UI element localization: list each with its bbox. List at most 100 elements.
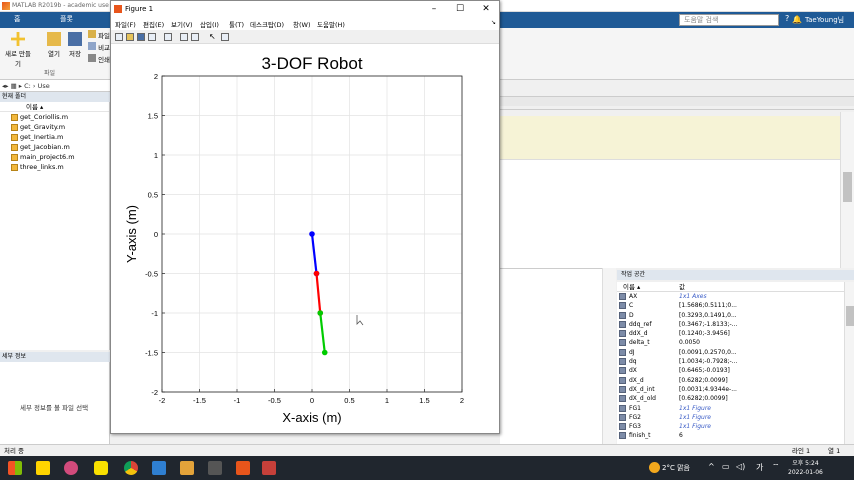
menu-tools[interactable]: 툴(T) (229, 19, 244, 29)
editor-current-cell[interactable] (500, 116, 840, 160)
kakaotalk-icon[interactable] (36, 461, 50, 475)
tab-plots[interactable]: 플롯 (60, 14, 73, 24)
editor-scrollbar[interactable] (840, 112, 854, 268)
file-item[interactable]: three_links.m (0, 162, 109, 172)
messenger-icon[interactable] (94, 461, 108, 475)
editor-text-area[interactable] (500, 160, 840, 268)
workspace-row[interactable]: delta_t 0.0050 (617, 338, 844, 347)
matlab-logo-icon (2, 2, 10, 10)
print-button[interactable]: 인쇄 (88, 54, 110, 64)
workspace-row[interactable]: ddX_d [0.1240;-3.9456] (617, 329, 844, 338)
file-item[interactable]: get_Inertia.m (0, 132, 109, 142)
menu-help[interactable]: 도움말(H) (317, 19, 345, 29)
volume-icon[interactable]: ◁) (736, 462, 745, 471)
nav-arrows-icon[interactable]: ◂▸ ▦ ▸ (2, 82, 24, 90)
minimize-button[interactable]: – (421, 1, 447, 17)
status-bar: 처리 중 라인 1 열 1 (0, 444, 854, 456)
address-bar[interactable]: ◂▸ ▦ ▸ C: › Use (0, 80, 110, 92)
robot-plot[interactable]: 3-DOF Robot -2 -1.5 -1 -0.5 0 0.5 1 1.5 2 -2 -1.5… (111, 44, 499, 433)
help-search-input[interactable]: 도움말 검색 (679, 14, 779, 26)
link-plot-icon[interactable] (164, 33, 172, 41)
workspace-row[interactable]: FG3 1x1 Figure (617, 422, 844, 431)
workspace-row[interactable]: dX_d_old [0.6282;0.0099] (617, 394, 844, 403)
y-tick-label: 2 (154, 72, 158, 81)
workspace-row[interactable]: FG2 1x1 Figure (617, 413, 844, 422)
editor-scroll-thumb[interactable] (843, 172, 852, 202)
print-figure-icon[interactable] (148, 33, 156, 41)
variable-icon (619, 432, 626, 440)
insert-colorbar-icon[interactable] (180, 33, 188, 41)
save-figure-icon[interactable] (137, 33, 145, 41)
open-button[interactable]: 열기 (44, 32, 64, 58)
workspace-row[interactable]: C [1.5686;0.5111;0... (617, 301, 844, 310)
new-script-button[interactable]: 새로 만들기 (4, 32, 32, 68)
clock[interactable]: 오후 5:24 2022-01-06 (788, 459, 823, 477)
menu-edit[interactable]: 편집(E) (143, 19, 164, 29)
workspace-name-column[interactable]: 이름 ▴ (623, 282, 640, 292)
file-item[interactable]: main_project6.m (0, 152, 109, 162)
file-item[interactable]: get_Jacobian.m (0, 142, 109, 152)
weather-text[interactable]: 2°C 맑음 (662, 463, 690, 473)
powerpoint-icon[interactable] (262, 461, 276, 475)
ime-icon[interactable]: 가 (756, 462, 763, 473)
workspace-scrollbar[interactable] (844, 282, 854, 444)
variable-name: dJ (629, 348, 635, 356)
menu-window[interactable]: 창(W) (293, 19, 310, 29)
folder-name-column-header[interactable]: 이름 ▴ (0, 102, 109, 112)
insert-legend-icon[interactable] (191, 33, 199, 41)
tray-expand-icon[interactable]: ^ (708, 462, 715, 471)
compare-button[interactable]: 비교 (88, 42, 110, 52)
menu-file[interactable]: 파일(F) (115, 19, 136, 29)
open-file-icon[interactable] (126, 33, 134, 41)
current-folder-header: 현재 폴더 (0, 92, 110, 102)
edge-icon[interactable] (152, 461, 166, 475)
new-figure-icon[interactable] (115, 33, 123, 41)
robot-joint-point (317, 310, 324, 316)
workspace-row[interactable]: dq [1.0034;-0.7928;-... (617, 357, 844, 366)
save-button[interactable]: 저장 (66, 32, 84, 58)
command-window-scrollbar[interactable] (602, 268, 616, 444)
workspace-row[interactable]: dJ [0.0091,0.2570,0... (617, 348, 844, 357)
pointer-icon[interactable]: ↖ (209, 33, 217, 41)
menu-dock-icon[interactable]: ↘ (491, 19, 496, 26)
workspace-row[interactable]: D [0.3293,0.1491,0... (617, 311, 844, 320)
variable-value: 0.0050 (679, 339, 700, 347)
workspace-row[interactable]: FG1 1x1 Figure (617, 404, 844, 413)
user-account-menu[interactable]: TaeYoung님 (805, 15, 844, 25)
workspace-row[interactable]: ddq_ref [0.3467;-1.8133;-... (617, 320, 844, 329)
command-window[interactable] (500, 268, 616, 444)
close-button[interactable]: ✕ (473, 1, 499, 17)
workspace-row[interactable]: dX_d [0.6282;0.0099] (617, 376, 844, 385)
variable-icon (619, 376, 626, 384)
help-icon[interactable]: ? (785, 14, 789, 23)
input-method-icon[interactable]: ▭ (722, 462, 730, 471)
start-icon[interactable] (8, 461, 22, 475)
tab-home[interactable]: 홈 (14, 14, 20, 24)
variable-value: [0.6282;0.0099] (679, 376, 728, 384)
chrome-icon[interactable] (124, 461, 138, 475)
workspace-row[interactable]: dX [0.6465;-0.0193] (617, 366, 844, 375)
notification-icon[interactable]: 🔔 (792, 15, 802, 24)
workspace-scroll-thumb[interactable] (846, 306, 854, 326)
workspace-header: 작업 공간 (617, 270, 854, 280)
terminal-icon[interactable] (208, 461, 222, 475)
variable-name: C (629, 302, 634, 310)
menu-desktop[interactable]: 데스크탑(D) (250, 19, 284, 29)
workspace-value-column[interactable]: 값 (679, 282, 685, 292)
workspace-row[interactable]: AX 1x1 Axes (617, 292, 844, 301)
variable-name: dX (629, 367, 637, 375)
matlab-taskbar-icon[interactable] (236, 461, 250, 475)
file-item[interactable]: get_Gravity.m (0, 122, 109, 132)
menu-insert[interactable]: 삽입(I) (200, 19, 219, 29)
maximize-button[interactable]: ☐ (447, 1, 473, 17)
file-item[interactable]: get_Coriollis.m (0, 112, 109, 122)
app-icon[interactable] (64, 461, 78, 475)
file-explorer-icon[interactable] (180, 461, 194, 475)
folder-path: C: › Use (24, 82, 50, 90)
wifi-icon[interactable]: ⌔ (772, 462, 780, 472)
workspace-row[interactable]: finish_t 6 (617, 431, 844, 440)
menu-view[interactable]: 보기(V) (171, 19, 192, 29)
property-inspector-icon[interactable] (221, 33, 229, 41)
workspace-row[interactable]: dX_d_int [0.0031;4.9344e-... (617, 385, 844, 394)
figure-icon (114, 5, 122, 13)
